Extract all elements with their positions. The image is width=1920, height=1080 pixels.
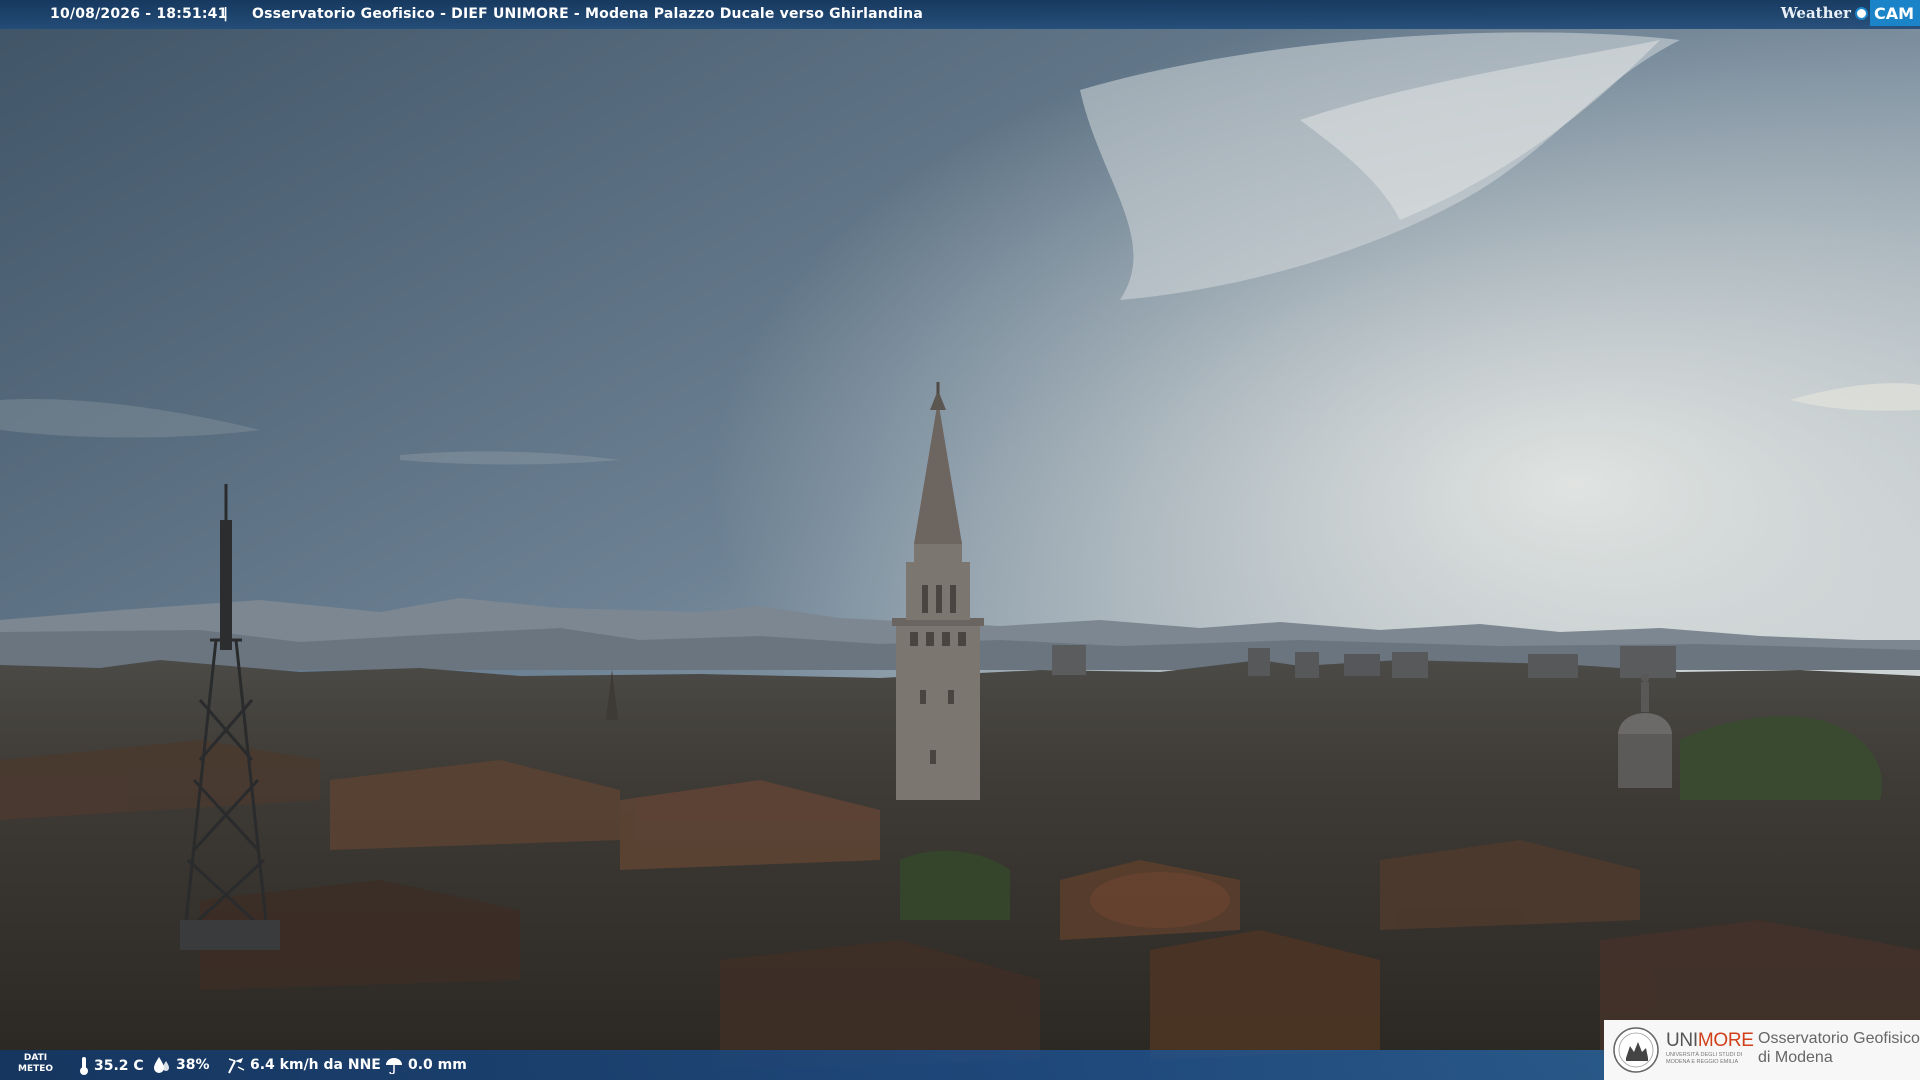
observatory-name: Osservatorio Geofisico di Modena: [1758, 1029, 1920, 1067]
wind-reading: 6.4 km/h da NNE: [226, 1056, 381, 1074]
humidity-reading: 38%: [152, 1056, 210, 1074]
weather-data-label: DATI METEO: [18, 1053, 53, 1075]
observatory-line2: di Modena: [1758, 1049, 1833, 1066]
wind-icon: [228, 1058, 245, 1074]
weathercam-dot-icon: [1854, 6, 1868, 20]
datetime-stamp: 10/08/2026 - 18:51:41: [50, 6, 228, 22]
unimore-sub-line1: UNIVERSITÀ DEGLI STUDI DI: [1666, 1052, 1743, 1058]
weathercam-word: Weather: [1780, 4, 1851, 22]
unimore-wordmark: UNIMORE UNIVERSITÀ DEGLI STUDI DI MODENA…: [1666, 1030, 1754, 1066]
observatory-line1: Osservatorio Geofisico: [1758, 1030, 1920, 1047]
header-separator: |: [223, 6, 229, 22]
unimore-logo-panel: UNIMORE UNIVERSITÀ DEGLI STUDI DI MODENA…: [1604, 1020, 1920, 1080]
rain-umbrella-icon: [386, 1058, 402, 1074]
weather-data-label-line2: METEO: [18, 1064, 54, 1074]
rain-reading: 0.0 mm: [384, 1056, 467, 1074]
webcam-image: [0, 0, 1920, 1080]
unimore-seal: [1613, 1027, 1659, 1073]
weathercam-cam: CAM: [1869, 0, 1920, 26]
weather-data-bar: DATI METEO 35.2 C 38% 6.4 km/h da NNE 0.…: [0, 1050, 1604, 1080]
unimore-sub-line2: MODENA E REGGIO EMILIA: [1666, 1059, 1739, 1065]
humidity-value: 38%: [176, 1057, 210, 1073]
camera-title: Osservatorio Geofisico - DIEF UNIMORE - …: [252, 6, 923, 22]
unimore-name-b: MORE: [1697, 1030, 1754, 1051]
weathercam-logo: Weather CAM: [1781, 0, 1920, 26]
thermometer-icon: [80, 1057, 88, 1075]
temperature-reading: 35.2 C: [78, 1056, 144, 1076]
wind-value: 6.4 km/h da NNE: [250, 1057, 381, 1073]
header-bar: 10/08/2026 - 18:51:41 | Osservatorio Geo…: [0, 0, 1920, 29]
temperature-value: 35.2 C: [94, 1058, 144, 1074]
unimore-name-a: UNI: [1666, 1030, 1698, 1051]
weather-data-label-line1: DATI: [23, 1053, 48, 1063]
humidity-drop-icon: [154, 1057, 169, 1073]
rain-value: 0.0 mm: [408, 1057, 467, 1073]
